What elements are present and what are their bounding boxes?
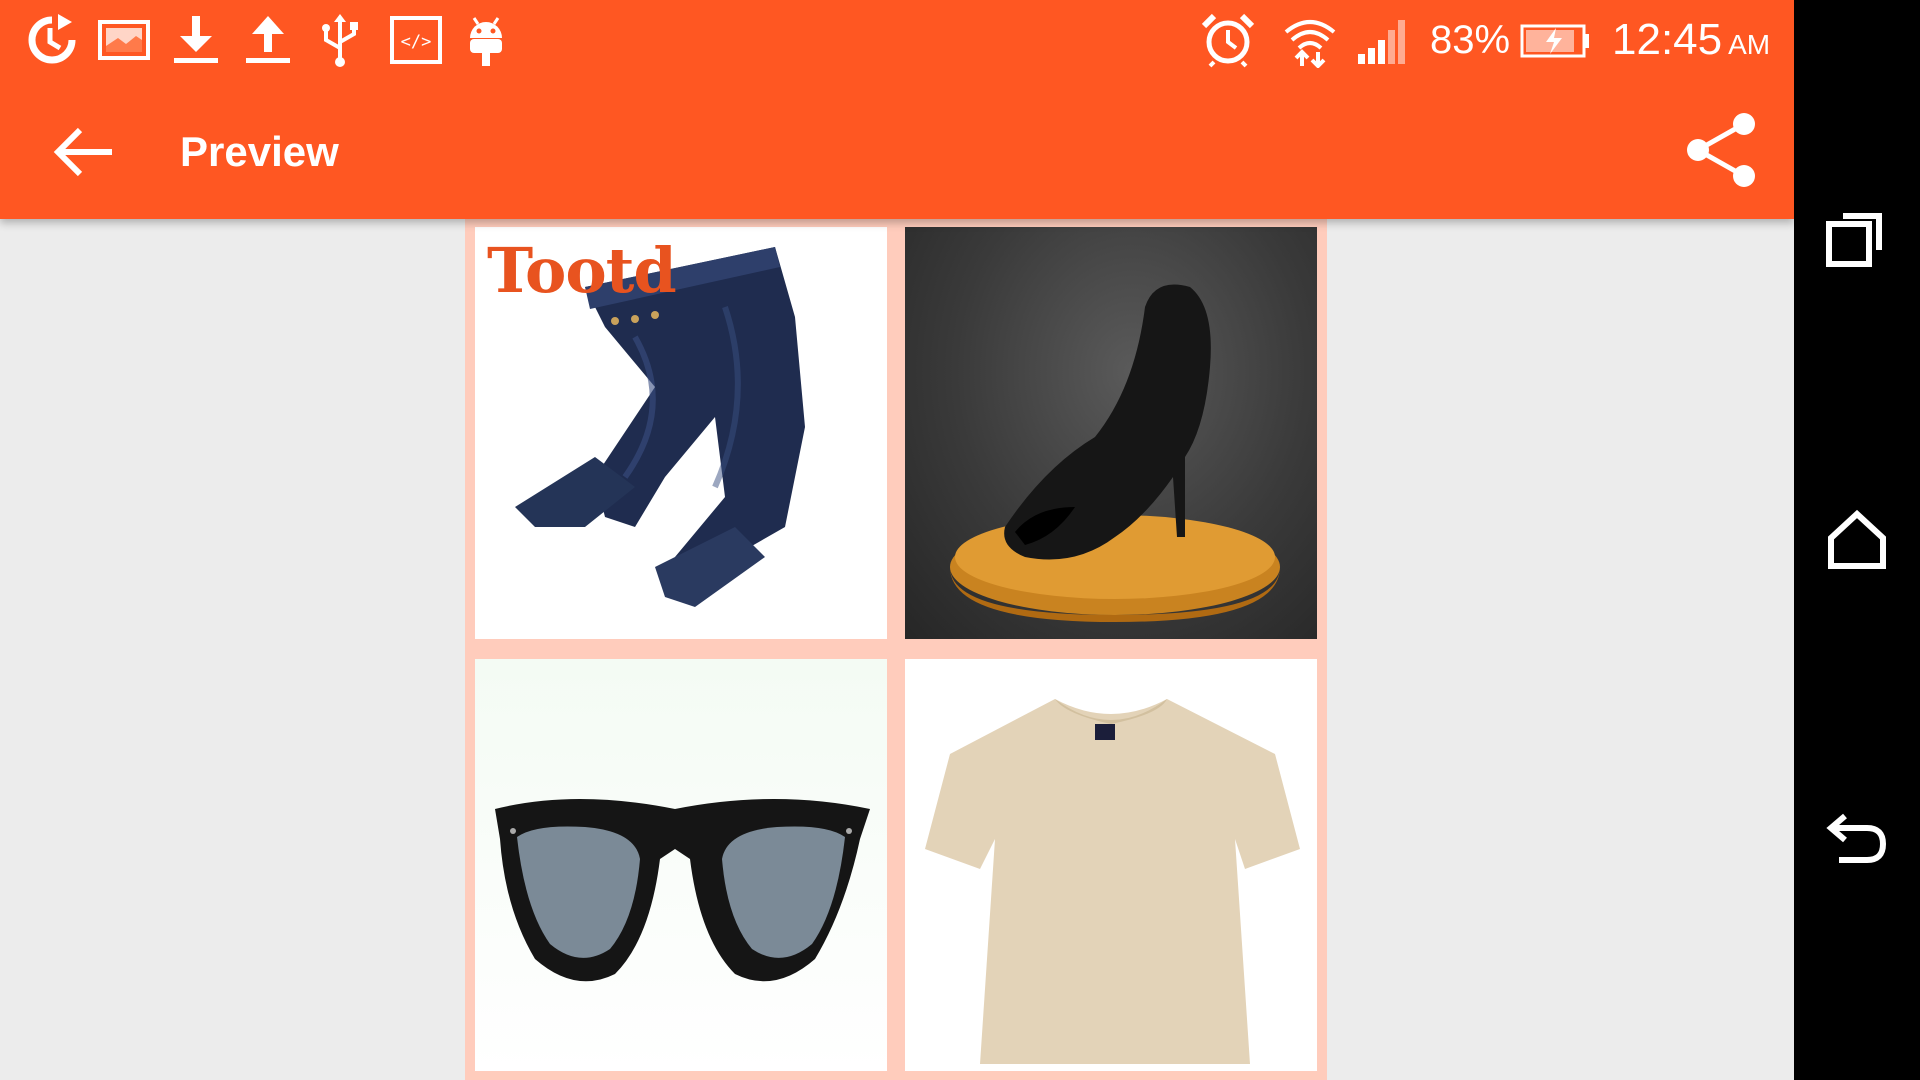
- home-button[interactable]: [1817, 500, 1897, 580]
- back-icon: [1826, 813, 1887, 863]
- wifi-icon: [1282, 12, 1338, 68]
- page-title: Preview: [180, 128, 339, 175]
- android-icon: [458, 12, 514, 68]
- collage-item-sunglasses[interactable]: [475, 659, 887, 1071]
- collage-item-heel[interactable]: [905, 227, 1317, 639]
- status-time: 12:45 AM: [1612, 14, 1770, 71]
- time-ampm: AM: [1728, 29, 1771, 60]
- outfit-collage[interactable]: Tootd: [465, 219, 1327, 1080]
- app-watermark: Tootd: [487, 234, 677, 307]
- arrow-back-icon: [53, 127, 112, 177]
- back-nav-button[interactable]: [1817, 800, 1897, 880]
- app-header: </> 83% 12:45 AM Preview: [0, 0, 1794, 219]
- tshirt-image: [925, 699, 1300, 1064]
- home-icon: [1828, 509, 1886, 569]
- collage-item-tshirt[interactable]: [905, 659, 1317, 1071]
- recents-button[interactable]: [1817, 200, 1897, 280]
- recents-icon: [1826, 213, 1882, 267]
- sync-icon: [24, 12, 80, 68]
- screen: </> 83% 12:45 AM Preview Tootd: [0, 0, 1920, 1080]
- high-heel-image: [950, 284, 1280, 622]
- collage-item-jeans[interactable]: Tootd: [475, 227, 887, 639]
- back-button[interactable]: [48, 116, 120, 188]
- share-icon: [1687, 113, 1755, 187]
- svg-text:</>: </>: [401, 32, 432, 52]
- image-icon: [96, 12, 152, 68]
- status-bar: </> 83% 12:45 AM: [0, 0, 1794, 80]
- signal-icon: [1356, 12, 1412, 68]
- code-icon: </>: [388, 12, 444, 68]
- battery-percent: 83%: [1430, 18, 1511, 62]
- share-button[interactable]: [1682, 110, 1762, 190]
- app-area: </> 83% 12:45 AM Preview Tootd: [0, 0, 1794, 1080]
- battery-charging-icon: [1520, 12, 1590, 68]
- toolbar: Preview: [0, 80, 1794, 219]
- time-value: 12:45: [1612, 15, 1723, 64]
- upload-icon: [240, 12, 296, 68]
- alarm-icon: [1200, 12, 1256, 68]
- usb-icon: [312, 12, 368, 68]
- download-icon: [168, 12, 224, 68]
- navigation-bar: [1794, 0, 1920, 1080]
- sunglasses-image: [495, 799, 870, 982]
